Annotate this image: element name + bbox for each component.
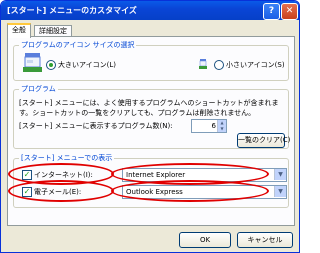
program-count-value: 6 (211, 122, 216, 130)
chevron-down-icon[interactable]: ▼ (274, 169, 286, 180)
highlight-oval-email-label (8, 180, 114, 202)
programs-description: [スタート] メニューには、よく使用するプログラムへのショートカットが含まれます… (19, 99, 279, 117)
close-button[interactable]: ✕ (281, 3, 298, 20)
programs-group: プログラム [スタート] メニューには、よく使用するプログラムへのショートカット… (13, 84, 290, 149)
small-icons-preview-icon (199, 59, 207, 69)
tab-general[interactable]: 全般 (7, 23, 31, 38)
icon-size-group-label: プログラムのアイコン サイズの選択 (19, 40, 137, 50)
start-menu-show-group: [スタート] メニューでの表示 ✓ インターネット(I): Internet E… (8, 153, 289, 208)
window-title: [スタート] メニューのカスタマイズ (7, 6, 137, 15)
small-icons-radio[interactable] (214, 60, 224, 70)
customize-start-menu-dialog: [スタート] メニューのカスタマイズ ? ✕ 全般 詳細設定 プログラムのアイコ… (0, 0, 300, 253)
small-icons-label: 小さいアイコン(S) (226, 61, 285, 69)
clear-list-button[interactable]: 一覧のクリア(C) (237, 133, 290, 148)
chevron-down-icon[interactable]: ▼ (274, 186, 286, 197)
large-icons-radio[interactable] (46, 60, 56, 70)
program-count-label: [スタート] メニューに表示するプログラム数(N): (19, 122, 173, 130)
large-icons-label: 大きいアイコン(L) (58, 61, 117, 69)
cancel-button[interactable]: キャンセル (237, 232, 293, 248)
start-menu-show-group-label: [スタート] メニューでの表示 (19, 153, 115, 163)
large-icons-preview-icon (23, 53, 42, 72)
programs-group-label: プログラム (19, 84, 58, 94)
ok-button[interactable]: OK (179, 232, 231, 248)
program-count-stepper[interactable]: 6 ▲ ▼ (191, 119, 227, 133)
spin-arrows-icon[interactable]: ▲ ▼ (217, 120, 226, 132)
tab-panel: プログラムのアイコン サイズの選択 大きいアイコン(L) 小さいアイコン(S) … (7, 36, 295, 226)
help-button[interactable]: ? (263, 3, 280, 20)
icon-size-group: プログラムのアイコン サイズの選択 大きいアイコン(L) 小さいアイコン(S) (13, 40, 289, 81)
title-bar: [スタート] メニューのカスタマイズ ? ✕ (1, 1, 299, 20)
highlight-oval-email-select (111, 180, 269, 202)
